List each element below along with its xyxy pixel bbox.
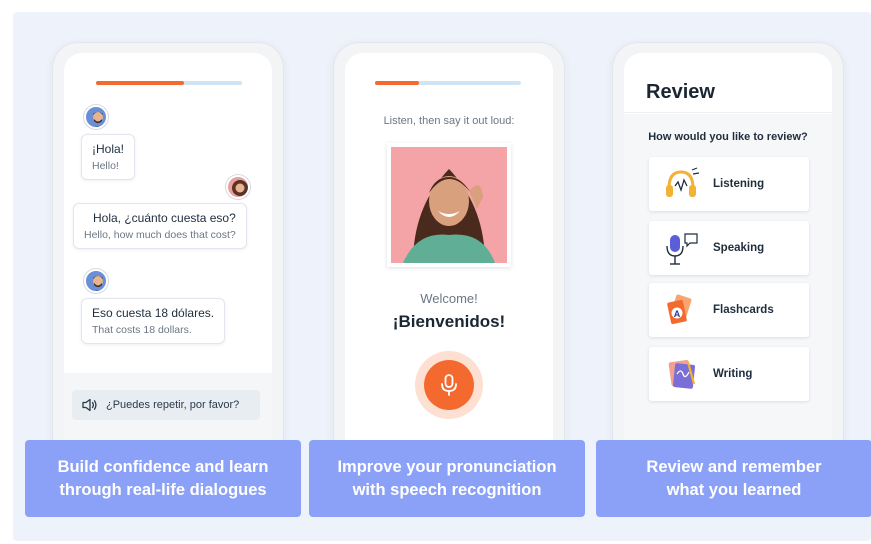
review-option-flashcards[interactable]: A Flashcards [649,283,809,337]
caption-line: Review and remember [646,457,822,476]
review-header: Review [624,53,832,113]
caption-line: with speech recognition [352,480,542,499]
notebook-pen-icon [668,359,696,389]
dialogue-screen: ¡Hola! Hello! Hola, ¿cuánto cuesta eso? … [64,53,272,441]
message-translation: Hello, how much does that cost? [84,229,236,241]
male-avatar [84,269,108,293]
review-option-speaking[interactable]: Speaking [649,221,809,275]
option-label: Writing [713,368,753,380]
message-bubble: ¡Hola! Hello! [81,134,136,180]
reply-text: ¿Puedes repetir, por favor? [106,399,240,411]
option-label: Flashcards [713,304,774,316]
pronunciation-phone: Listen, then say it out loud: Welcome! ¡… [333,42,565,442]
message-text: Eso cuesta 18 dólares. [92,306,215,320]
podcast-microphone-icon [666,233,698,265]
caption-line: Build confidence and learn [57,457,269,476]
pronunciation-progress-fill [375,81,419,85]
phrase-to-speak: ¡Bienvenidos! [392,312,506,331]
dialogue-progress-bar [96,81,242,85]
message-translation: That costs 18 dollars. [92,324,192,336]
review-question: How would you like to review? [648,131,808,143]
microphone-halo [415,351,483,419]
review-option-writing[interactable]: Writing [649,347,809,401]
record-button[interactable] [424,360,474,410]
dialogue-progress-fill [96,81,184,85]
message-text: Hola, ¿cuánto cuesta eso? [92,211,236,225]
female-avatar [226,175,250,199]
microphone-icon [441,374,457,396]
speaker-photo [387,143,511,267]
smiling-woman-photo [391,147,507,263]
headphones-icon [666,167,700,197]
welcome-translation: Welcome! [420,291,478,306]
pronunciation-screen: Listen, then say it out loud: Welcome! ¡… [345,53,553,441]
speaker-icon[interactable] [82,398,98,412]
reply-option-button[interactable]: ¿Puedes repetir, por favor? [72,390,260,420]
svg-text:A: A [674,309,681,319]
message-translation: Hello! [92,160,119,172]
message-bubble-right: Hola, ¿cuánto cuesta eso? Hello, how muc… [73,203,247,249]
male-avatar [84,105,108,129]
instruction-text: Listen, then say it out loud: [383,115,515,127]
dialogue-caption: Build confidence and learn through real-… [25,440,301,517]
message-bubble: Eso cuesta 18 dólares. That costs 18 dol… [81,298,226,344]
review-option-listening[interactable]: Listening [649,157,809,211]
caption-line: what you learned [666,480,802,499]
dialogue-phone: ¡Hola! Hello! Hola, ¿cuánto cuesta eso? … [52,42,284,442]
option-label: Listening [713,178,765,190]
message-text: ¡Hola! [92,142,125,156]
review-caption: Review and remember what you learned [596,440,871,517]
flashcards-icon: A [667,294,692,325]
option-label: Speaking [713,242,765,254]
review-phone: Review How would you like to review? Lis… [612,42,844,442]
review-screen: Review How would you like to review? Lis… [624,53,832,441]
caption-line: through real-life dialogues [59,480,267,499]
pronunciation-caption: Improve your pronunciation with speech r… [309,440,585,517]
page-title: Review [646,81,715,103]
pronunciation-progress-bar [375,81,521,85]
caption-line: Improve your pronunciation [337,457,557,476]
